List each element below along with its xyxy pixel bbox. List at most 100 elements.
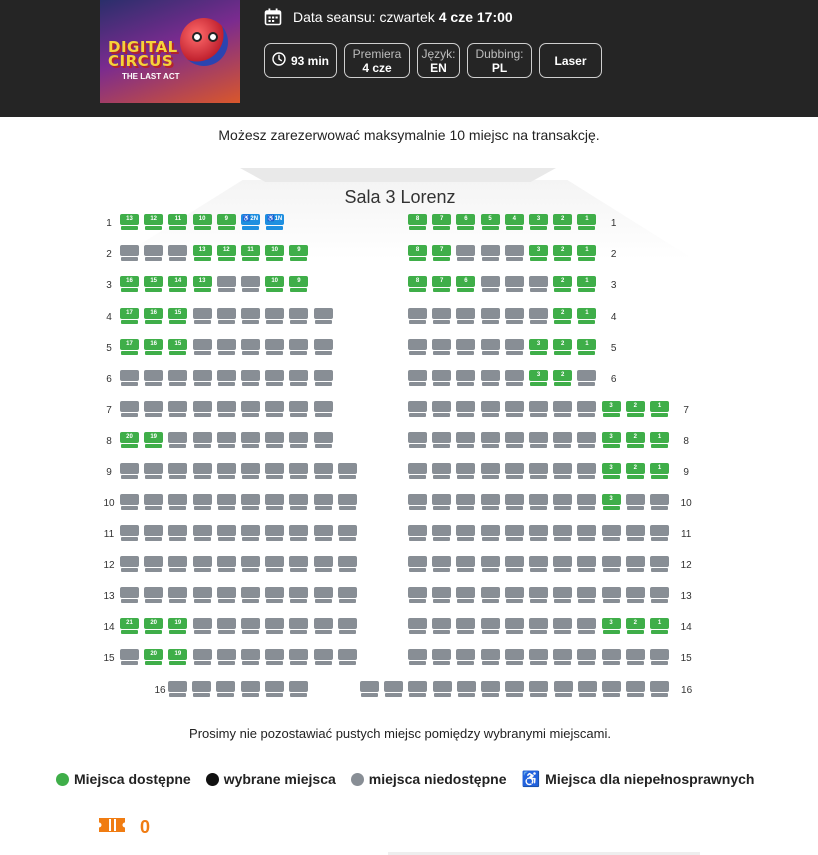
seat-available[interactable]: 2 [553, 245, 573, 261]
seat-available[interactable]: 16 [144, 308, 164, 324]
seat-available[interactable]: 19 [144, 432, 164, 448]
seat-available[interactable]: 20 [120, 432, 139, 448]
seat-unavailable [529, 525, 548, 541]
seat-available[interactable]: 1 [650, 618, 669, 634]
seat-available[interactable]: 16 [120, 276, 139, 292]
seat-available[interactable]: 17 [120, 339, 139, 355]
seat-unavailable [432, 525, 452, 541]
seat-available[interactable]: 15 [168, 308, 188, 324]
seat-unavailable [504, 370, 524, 386]
seat-unavailable [313, 525, 333, 541]
seat-unavailable [120, 401, 139, 417]
seat-available[interactable]: 2 [553, 339, 573, 355]
seat-available[interactable]: 2 [553, 370, 573, 386]
seat-unavailable [337, 649, 357, 665]
seat-available[interactable]: 8 [408, 214, 427, 230]
seat-available[interactable]: 14 [168, 276, 188, 292]
seat-available[interactable]: 13 [120, 214, 139, 230]
seat-available[interactable]: 2 [625, 432, 645, 448]
seat-available[interactable]: 9 [289, 245, 309, 261]
row-label: 7 [683, 405, 689, 416]
seat-wheelchair[interactable]: ♿2N [241, 214, 260, 230]
seat-unavailable [553, 432, 573, 448]
seat-unavailable [313, 370, 333, 386]
seat-wheelchair[interactable]: ♿1N [265, 214, 285, 230]
seat-available[interactable]: 12 [216, 245, 236, 261]
seat-unavailable [553, 618, 573, 634]
seat-unavailable [432, 556, 452, 572]
row-label: 11 [103, 529, 115, 540]
seat-unavailable [601, 556, 621, 572]
seat-available[interactable]: 10 [192, 214, 212, 230]
seat-unavailable [504, 463, 524, 479]
seat-available[interactable]: 1 [577, 276, 597, 292]
seat-available[interactable]: 21 [120, 618, 139, 634]
seat-available[interactable]: 3 [529, 214, 548, 230]
seat-unavailable [456, 463, 476, 479]
seat-available[interactable]: 3 [601, 618, 621, 634]
seat-unavailable [504, 308, 524, 324]
seat-available[interactable]: 13 [192, 245, 212, 261]
seat-available[interactable]: 1 [577, 308, 597, 324]
seat-available[interactable]: 3 [601, 401, 621, 417]
seat-available[interactable]: 11 [168, 214, 188, 230]
seat-available[interactable]: 19 [168, 618, 188, 634]
seat-available[interactable]: 11 [241, 245, 260, 261]
seat-available[interactable]: 3 [601, 494, 621, 510]
seat-available[interactable]: 16 [144, 339, 164, 355]
seat-available[interactable]: 1 [577, 245, 597, 261]
seat-available[interactable]: 20 [144, 649, 164, 665]
seat-available[interactable]: 2 [625, 618, 645, 634]
seat-available[interactable]: 8 [408, 276, 427, 292]
seat-available[interactable]: 19 [168, 649, 188, 665]
seat-available[interactable]: 2 [625, 463, 645, 479]
show-date: Data seansu: czwartek 4 cze 17:00 [264, 6, 513, 28]
seat-available[interactable]: 1 [650, 432, 669, 448]
seat-available[interactable]: 6 [456, 214, 476, 230]
seat-unavailable [408, 649, 427, 665]
seat-available[interactable]: 20 [144, 618, 164, 634]
seat-available[interactable]: 1 [577, 339, 597, 355]
seat-available[interactable]: 3 [529, 370, 548, 386]
seat-available[interactable]: 2 [553, 308, 573, 324]
seat-unavailable [432, 618, 452, 634]
seat-unavailable [289, 587, 309, 603]
seat-unavailable [289, 618, 309, 634]
seat-available[interactable]: 13 [192, 276, 212, 292]
seat-available[interactable]: 1 [650, 401, 669, 417]
seat-unavailable [241, 494, 260, 510]
seat-unavailable [529, 276, 548, 292]
seat-available[interactable]: 7 [432, 276, 452, 292]
seat-available[interactable]: 10 [265, 276, 285, 292]
seat-unavailable [408, 308, 427, 324]
seat-available[interactable]: 2 [553, 276, 573, 292]
seat-available[interactable]: 8 [408, 245, 427, 261]
seat-available[interactable]: 3 [529, 245, 548, 261]
seat-unavailable [168, 432, 188, 448]
seat-available[interactable]: 17 [120, 308, 139, 324]
seat-available[interactable]: 7 [432, 245, 452, 261]
seat-available[interactable]: 7 [432, 214, 452, 230]
seat-available[interactable]: 15 [168, 339, 188, 355]
seat-available[interactable]: 6 [456, 276, 476, 292]
seat-unavailable [480, 587, 500, 603]
seat-available[interactable]: 5 [480, 214, 500, 230]
seat-available[interactable]: 1 [577, 214, 597, 230]
seat-available[interactable]: 3 [601, 432, 621, 448]
seat-available[interactable]: 15 [144, 276, 164, 292]
seat-available[interactable]: 1 [650, 463, 669, 479]
seat-available[interactable]: 3 [601, 463, 621, 479]
seat-available[interactable]: 9 [289, 276, 309, 292]
seat-available[interactable]: 4 [504, 214, 524, 230]
seat-available[interactable]: 12 [144, 214, 164, 230]
laser-chip: Laser [539, 43, 602, 78]
seat-available[interactable]: 2 [625, 401, 645, 417]
seat-available[interactable]: 9 [216, 214, 236, 230]
ticket-icon [98, 816, 126, 839]
seat-available[interactable]: 10 [265, 245, 285, 261]
movie-header: DIGITAL CIRCUS THE LAST ACT Data seansu: … [0, 0, 818, 117]
seat-unavailable [577, 463, 597, 479]
seat-unavailable [192, 525, 212, 541]
seat-available[interactable]: 2 [553, 214, 573, 230]
seat-available[interactable]: 3 [529, 339, 548, 355]
